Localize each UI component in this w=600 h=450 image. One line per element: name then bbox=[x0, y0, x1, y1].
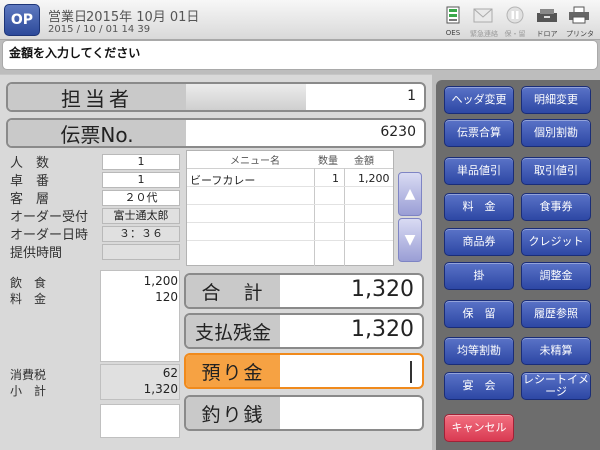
oes-icon bbox=[446, 6, 460, 24]
order-taker-value: 富士通太郎 bbox=[102, 208, 180, 224]
service-time-value bbox=[102, 244, 180, 260]
slip-row[interactable]: 伝票No. 6230 bbox=[6, 118, 426, 148]
receipt-image-button[interactable]: レシートイメージ bbox=[521, 372, 591, 400]
op-button[interactable]: OP bbox=[4, 4, 40, 36]
deposit-input[interactable]: 預り金 bbox=[184, 353, 424, 389]
triangle-down-icon: ▼ bbox=[404, 232, 416, 248]
oes-status[interactable]: OES bbox=[440, 6, 466, 37]
detail-change-button[interactable]: 明細変更 bbox=[521, 86, 591, 114]
gift-certificate-button[interactable]: 商品券 bbox=[444, 228, 514, 256]
subtotal-value: 1,320 bbox=[143, 382, 178, 396]
col-header-menu: メニュー名 bbox=[230, 156, 280, 167]
credit-account-button[interactable]: 掛 bbox=[444, 262, 514, 290]
clock-text: 2015 / 10 / 01 14 39 bbox=[48, 24, 151, 35]
hold-status[interactable]: 保・留 bbox=[502, 6, 528, 39]
scroll-down-button[interactable]: ▼ bbox=[398, 218, 422, 262]
history-button[interactable]: 履歴参照 bbox=[521, 300, 591, 328]
food-value: 1,200 bbox=[143, 274, 178, 288]
message-bar: 金額を入力してください bbox=[2, 40, 598, 70]
col-divider bbox=[344, 168, 345, 266]
balance-label: 支払残金 bbox=[186, 315, 280, 347]
scroll-up-button[interactable]: ▲ bbox=[398, 172, 422, 216]
drawer-icon bbox=[537, 9, 557, 22]
business-day-label: 営業日 bbox=[48, 10, 88, 25]
deposit-label: 預り金 bbox=[186, 355, 280, 387]
table-number-value[interactable]: 1 bbox=[102, 172, 180, 188]
drawer-label: ドロア bbox=[536, 30, 558, 38]
fee-label: 料 金 bbox=[10, 292, 47, 306]
emergency-mail-status[interactable]: 緊急連絡 bbox=[470, 6, 498, 39]
customer-type-label: 客 層 bbox=[10, 192, 50, 207]
customer-type-value[interactable]: ２０代 bbox=[102, 190, 180, 206]
order-time-label: オーダー日時 bbox=[10, 228, 89, 243]
transaction-discount-button[interactable]: 取引値引 bbox=[521, 157, 591, 185]
banquet-button[interactable]: 宴 会 bbox=[444, 372, 514, 400]
mail-icon bbox=[473, 8, 493, 23]
table-header-rule bbox=[187, 168, 393, 169]
equal-split-button[interactable]: 均等割勘 bbox=[444, 337, 514, 365]
oes-label: OES bbox=[445, 29, 461, 37]
adjustment-button[interactable]: 調整金 bbox=[521, 262, 591, 290]
tax-value: 62 bbox=[162, 366, 178, 380]
unsettled-button[interactable]: 未精算 bbox=[521, 337, 591, 365]
table-number-label: 卓 番 bbox=[10, 174, 50, 189]
subtotal-label: 小 計 bbox=[10, 384, 47, 398]
mail-label: 緊急連絡 bbox=[470, 30, 498, 38]
row-divider bbox=[187, 222, 393, 223]
balance-value: 1,320 bbox=[351, 317, 414, 342]
guest-count-label: 人 数 bbox=[10, 156, 50, 171]
guest-count-value[interactable]: 1 bbox=[102, 154, 180, 170]
pause-icon bbox=[506, 6, 524, 24]
triangle-up-icon: ▲ bbox=[404, 186, 416, 202]
printer-label: プリンタ bbox=[566, 30, 594, 38]
fee-button[interactable]: 料 金 bbox=[444, 193, 514, 221]
col-divider bbox=[314, 168, 315, 266]
slip-merge-button[interactable]: 伝票合算 bbox=[444, 119, 514, 147]
item-name[interactable]: ビーフカレー bbox=[190, 172, 255, 188]
staff-fill bbox=[186, 84, 306, 110]
cancel-button[interactable]: キャンセル bbox=[444, 414, 514, 442]
change-label: 釣り銭 bbox=[186, 397, 280, 429]
meal-ticket-button[interactable]: 食事券 bbox=[521, 193, 591, 221]
printer-icon bbox=[569, 6, 589, 24]
order-taker-label: オーダー受付 bbox=[10, 210, 89, 225]
balance-row: 支払残金 1,320 bbox=[184, 313, 424, 349]
text-cursor bbox=[410, 361, 412, 383]
slip-label: 伝票No. bbox=[8, 120, 186, 146]
order-time-value: ３：３６ bbox=[102, 226, 180, 242]
staff-value: 1 bbox=[407, 88, 416, 104]
service-time-label: 提供時間 bbox=[10, 246, 63, 261]
staff-row[interactable]: 担当者 1 bbox=[6, 82, 426, 112]
col-header-qty: 数量 bbox=[318, 156, 338, 167]
item-amount: 1,200 bbox=[358, 172, 390, 185]
drawer-status[interactable]: ドロア bbox=[534, 6, 560, 39]
item-qty: 1 bbox=[332, 172, 339, 185]
row-divider bbox=[187, 204, 393, 205]
fee-value: 120 bbox=[155, 290, 178, 304]
total-row: 合 計 1,320 bbox=[184, 273, 424, 309]
hold-label: 保・留 bbox=[504, 30, 526, 38]
separate-split-button[interactable]: 個別割勘 bbox=[521, 119, 591, 147]
total-label: 合 計 bbox=[186, 275, 280, 307]
tax-label: 消費税 bbox=[10, 368, 47, 382]
business-date: 2015年 10月 01日 bbox=[86, 10, 200, 25]
staff-label: 担当者 bbox=[8, 84, 186, 110]
row-divider bbox=[187, 240, 393, 241]
col-header-amount: 金額 bbox=[354, 156, 374, 167]
header-change-button[interactable]: ヘッダ変更 bbox=[444, 86, 514, 114]
hold-button[interactable]: 保 留 bbox=[444, 300, 514, 328]
credit-button[interactable]: クレジット bbox=[521, 228, 591, 256]
food-label: 飲 食 bbox=[10, 276, 47, 290]
printer-status[interactable]: プリンタ bbox=[566, 6, 594, 39]
item-discount-button[interactable]: 単品値引 bbox=[444, 157, 514, 185]
blank-summary-box bbox=[100, 404, 180, 438]
slip-value: 6230 bbox=[380, 124, 416, 140]
change-row: 釣り銭 bbox=[184, 395, 424, 431]
total-value: 1,320 bbox=[351, 277, 414, 302]
